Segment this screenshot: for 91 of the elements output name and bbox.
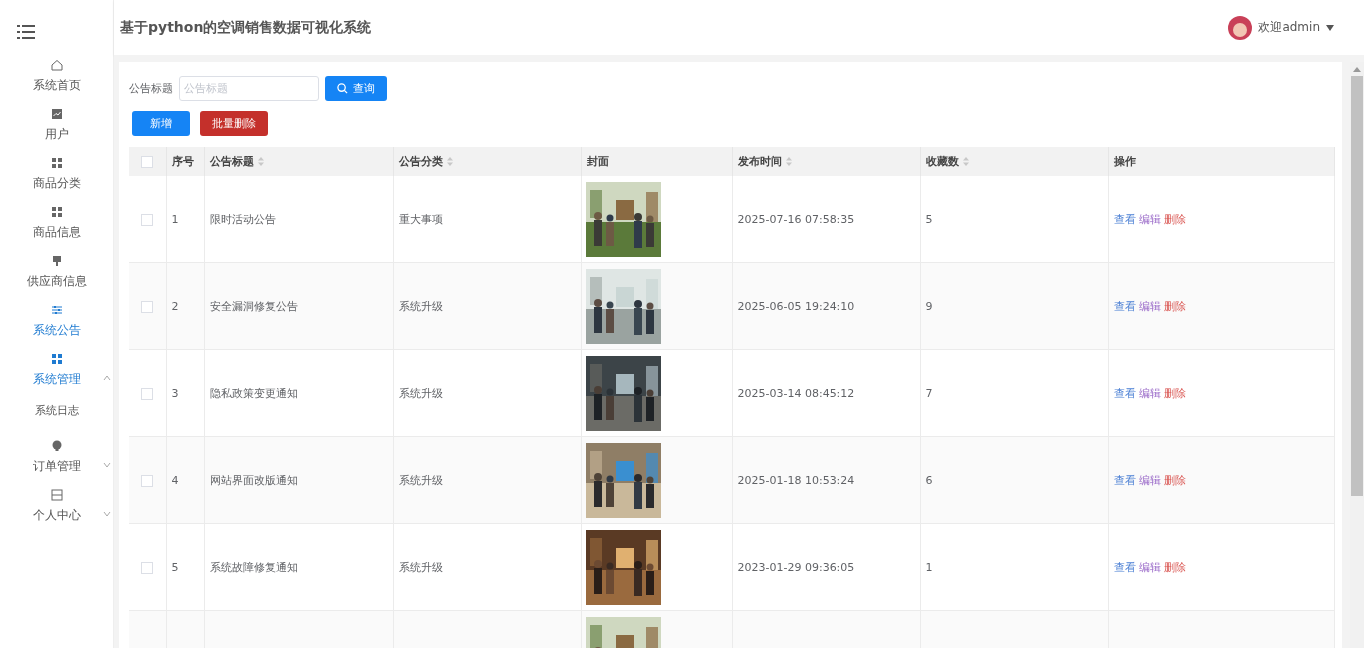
edit-link[interactable]: 编辑 <box>1138 472 1161 488</box>
sort-icon[interactable] <box>962 157 969 166</box>
view-link[interactable]: 查看 <box>1113 385 1136 401</box>
menu-icon[interactable] <box>17 25 35 39</box>
row-checkbox[interactable] <box>141 387 154 400</box>
add-button[interactable]: 新增 <box>132 111 190 136</box>
avatar-icon[interactable] <box>1228 15 1253 40</box>
column-header: 封面 <box>581 147 732 176</box>
delete-link[interactable]: 删除 <box>1163 385 1186 401</box>
table-cell: 重大事项 <box>398 212 443 226</box>
table-cell: 2023-01-29 09:36:05 <box>737 560 855 574</box>
search-label: 公告标题 <box>129 81 173 96</box>
view-link[interactable]: 查看 <box>1113 472 1136 488</box>
app-title: 基于python的空调销售数据可视化系统 <box>120 18 372 37</box>
batch-delete-button[interactable]: 批量删除 <box>200 111 268 136</box>
table-cell: 6 <box>925 473 933 487</box>
table-cell: 4 <box>171 473 179 487</box>
sidebar-item[interactable]: 系统首页 <box>32 53 81 102</box>
view-link[interactable]: 查看 <box>1113 298 1136 314</box>
table-cell: 限时活动公告 <box>209 212 276 226</box>
grid-icon <box>50 353 63 365</box>
sort-icon[interactable] <box>785 157 792 166</box>
column-header: 序号 <box>166 147 204 176</box>
sidebar-item[interactable]: 订单管理 <box>32 434 81 483</box>
table-cell: 5 <box>171 560 179 574</box>
table-cell: 系统升级 <box>398 473 443 487</box>
table-cell: 2025-07-16 07:58:35 <box>737 212 855 226</box>
sidebar-item[interactable]: 商品信息 <box>32 200 81 249</box>
table-cell: 1 <box>925 560 933 574</box>
delete-link[interactable]: 删除 <box>1163 211 1186 227</box>
table-cell: 2025-03-14 08:45:12 <box>737 386 855 400</box>
column-header[interactable]: 公告分类 <box>393 147 581 176</box>
home-icon <box>50 59 63 71</box>
edit-link[interactable]: 编辑 <box>1138 559 1161 575</box>
chevron-icon <box>102 511 111 517</box>
table-cell: 2025-06-05 19:24:10 <box>737 299 855 313</box>
table-cell: 2 <box>171 299 179 313</box>
user-menu[interactable]: 欢迎admin <box>1258 19 1320 36</box>
card-icon <box>50 489 63 501</box>
view-link[interactable]: 查看 <box>1113 211 1136 227</box>
table-cell: 系统升级 <box>398 560 443 574</box>
sidebar-item[interactable]: 商品分类 <box>32 151 81 200</box>
table-cell: 系统故障修复通知 <box>209 560 298 574</box>
column-header: 操作 <box>1108 147 1334 176</box>
table-cell: 1 <box>171 212 179 226</box>
grid-icon <box>50 206 63 218</box>
delete-link[interactable]: 删除 <box>1163 298 1186 314</box>
table-cell: 隐私政策变更通知 <box>209 386 298 400</box>
column-header[interactable]: 公告标题 <box>204 147 393 176</box>
column-header[interactable]: 收藏数 <box>920 147 1108 176</box>
caret-icon[interactable] <box>1326 24 1334 31</box>
row-checkbox[interactable] <box>141 561 154 574</box>
select-all-checkbox[interactable] <box>141 156 154 168</box>
edit-link[interactable]: 编辑 <box>1138 211 1161 227</box>
edit-link[interactable]: 编辑 <box>1138 385 1161 401</box>
sidebar-item[interactable]: 个人中心 <box>32 483 81 532</box>
submenu-item[interactable]: 系统日志 <box>34 396 79 424</box>
table-cell: 9 <box>925 299 933 313</box>
sidebar-item[interactable]: 用户 <box>44 102 69 151</box>
view-link[interactable]: 查看 <box>1113 559 1136 575</box>
table-cell: 3 <box>171 386 179 400</box>
table-cell: 系统升级 <box>398 386 443 400</box>
pin-icon <box>50 255 63 267</box>
scrollbar-thumb[interactable] <box>1351 76 1363 496</box>
table-cell: 系统升级 <box>398 299 443 313</box>
table-cell: 7 <box>925 386 933 400</box>
scroll-up-icon[interactable] <box>1353 66 1361 72</box>
delete-link[interactable]: 删除 <box>1163 472 1186 488</box>
chart-icon <box>50 108 63 120</box>
sidebar-item[interactable]: 系统公告 <box>32 298 81 347</box>
table-cell: 5 <box>925 212 933 226</box>
sort-icon[interactable] <box>257 157 264 166</box>
row-checkbox[interactable] <box>141 213 154 226</box>
grid-icon <box>50 157 63 169</box>
search-button[interactable]: 查询 <box>325 76 387 101</box>
bulb-icon <box>50 440 63 452</box>
delete-link[interactable]: 删除 <box>1163 559 1186 575</box>
sidebar-item[interactable]: 系统管理 <box>32 347 81 396</box>
table-cell: 安全漏洞修复公告 <box>209 299 298 313</box>
edit-link[interactable]: 编辑 <box>1138 298 1161 314</box>
row-checkbox[interactable] <box>141 474 154 487</box>
sidebar-item[interactable]: 供应商信息 <box>26 249 87 298</box>
chevron-icon <box>102 375 111 381</box>
table-cell: 2025-01-18 10:53:24 <box>737 473 855 487</box>
column-header[interactable]: 发布时间 <box>732 147 920 176</box>
table-cell: 网站界面改版通知 <box>209 473 298 487</box>
search-icon <box>337 83 348 94</box>
sort-icon[interactable] <box>446 157 453 166</box>
chevron-icon <box>102 462 111 468</box>
row-checkbox[interactable] <box>141 300 154 313</box>
sliders-icon <box>50 304 63 316</box>
